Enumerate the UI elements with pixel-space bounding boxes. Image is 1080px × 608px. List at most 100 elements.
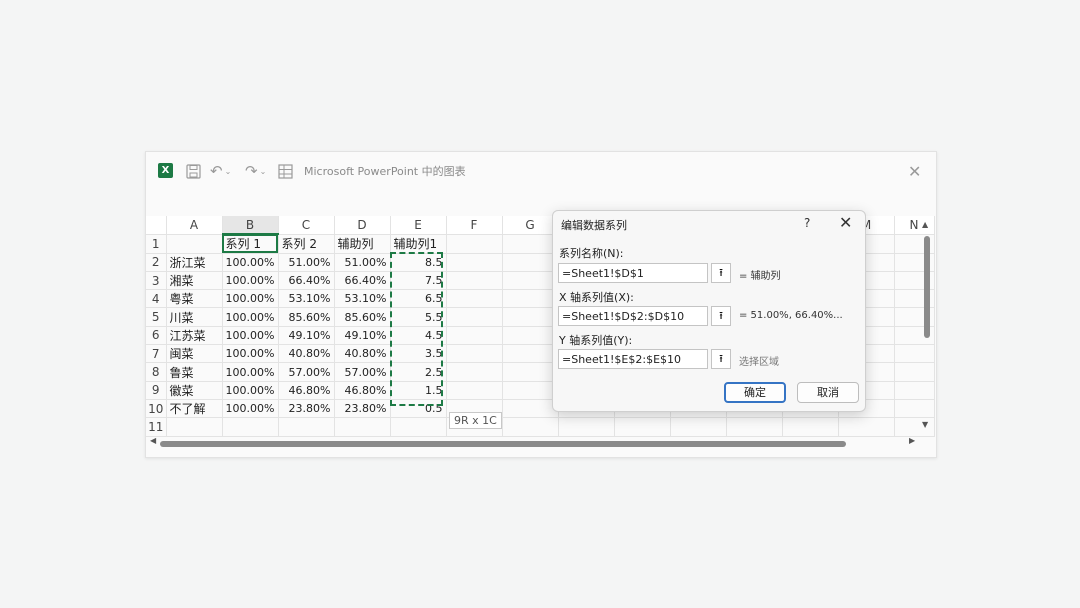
table-cell[interactable]: 100.00% [222, 344, 279, 364]
scroll-left-icon[interactable]: ◀ [150, 436, 156, 445]
table-cell[interactable]: 4.5 [390, 326, 447, 346]
table-cell[interactable] [670, 417, 727, 437]
row-header[interactable]: 4 [146, 289, 167, 309]
table-cell[interactable]: 闽菜 [166, 344, 223, 364]
row-header[interactable]: 10 [146, 399, 167, 419]
table-cell[interactable] [502, 234, 559, 254]
ok-button[interactable]: 确定 [724, 382, 786, 403]
table-cell[interactable]: 100.00% [222, 289, 279, 309]
table-cell[interactable] [278, 417, 335, 437]
table-cell[interactable] [446, 326, 503, 346]
series-name-collapse-icon[interactable]: ⭱ [711, 263, 731, 283]
table-cell[interactable] [502, 271, 559, 291]
edit-in-excel-icon[interactable] [278, 162, 293, 180]
table-cell[interactable]: 57.00% [334, 362, 391, 382]
select-all-corner[interactable] [146, 216, 167, 235]
row-header[interactable]: 2 [146, 253, 167, 272]
table-cell[interactable]: 系列 2 [278, 234, 335, 254]
vertical-scroll-thumb[interactable] [924, 236, 930, 338]
table-cell[interactable] [502, 307, 559, 327]
table-cell[interactable]: 100.00% [222, 381, 279, 400]
dialog-close-icon[interactable]: ✕ [839, 213, 852, 232]
table-cell[interactable] [446, 307, 503, 327]
column-header[interactable]: B [222, 216, 279, 236]
scroll-right-icon[interactable]: ▶ [909, 436, 915, 445]
table-cell[interactable]: 系列 1 [222, 234, 279, 254]
close-icon[interactable]: ✕ [908, 162, 921, 181]
table-cell[interactable]: 江苏菜 [166, 326, 223, 346]
table-cell[interactable]: 100.00% [222, 399, 279, 419]
table-cell[interactable] [446, 271, 503, 291]
row-header[interactable]: 6 [146, 326, 167, 346]
table-cell[interactable] [390, 417, 447, 437]
table-cell[interactable] [502, 326, 559, 346]
table-cell[interactable]: 粤菜 [166, 289, 223, 309]
table-cell[interactable]: 23.80% [334, 399, 391, 419]
table-cell[interactable] [502, 381, 559, 400]
table-cell[interactable]: 100.00% [222, 362, 279, 382]
table-cell[interactable]: 徽菜 [166, 381, 223, 400]
table-cell[interactable]: 辅助列1 [390, 234, 447, 254]
row-header[interactable]: 7 [146, 344, 167, 364]
row-header[interactable]: 5 [146, 307, 167, 327]
table-cell[interactable]: 川菜 [166, 307, 223, 327]
row-header[interactable]: 11 [146, 417, 167, 437]
table-cell[interactable]: 53.10% [334, 289, 391, 309]
row-header[interactable]: 9 [146, 381, 167, 400]
table-cell[interactable]: 6.5 [390, 289, 447, 309]
column-header[interactable]: E [390, 216, 447, 235]
table-cell[interactable]: 辅助列 [334, 234, 391, 254]
table-cell[interactable] [502, 417, 559, 437]
table-cell[interactable]: 66.40% [334, 271, 391, 291]
table-cell[interactable] [222, 417, 279, 437]
x-values-collapse-icon[interactable]: ⭱ [711, 306, 731, 326]
table-cell[interactable]: 1.5 [390, 381, 447, 400]
table-cell[interactable]: 100.00% [222, 271, 279, 291]
table-cell[interactable]: 湘菜 [166, 271, 223, 291]
cancel-button[interactable]: 取消 [797, 382, 859, 403]
table-cell[interactable]: 51.00% [278, 253, 335, 272]
table-cell[interactable]: 51.00% [334, 253, 391, 272]
table-cell[interactable]: 8.5 [390, 253, 447, 272]
table-cell[interactable] [446, 381, 503, 400]
table-cell[interactable] [502, 344, 559, 364]
table-cell[interactable] [446, 289, 503, 309]
table-cell[interactable] [726, 417, 783, 437]
table-cell[interactable]: 53.10% [278, 289, 335, 309]
redo-dropdown-icon[interactable]: ⌄ [260, 167, 267, 176]
table-cell[interactable]: 85.60% [278, 307, 335, 327]
row-header[interactable]: 8 [146, 362, 167, 382]
table-cell[interactable] [558, 417, 615, 437]
table-cell[interactable]: 66.40% [278, 271, 335, 291]
column-header[interactable]: C [278, 216, 335, 235]
y-values-collapse-icon[interactable]: ⭱ [711, 349, 731, 369]
table-cell[interactable]: 49.10% [334, 326, 391, 346]
table-cell[interactable]: 浙江菜 [166, 253, 223, 272]
table-cell[interactable] [782, 417, 839, 437]
table-cell[interactable]: 鲁菜 [166, 362, 223, 382]
scroll-down-icon[interactable]: ▼ [922, 420, 928, 429]
table-cell[interactable] [166, 417, 223, 437]
help-icon[interactable]: ? [804, 216, 810, 230]
vertical-scrollbar[interactable]: ▲ ▼ [922, 220, 932, 430]
table-cell[interactable] [838, 417, 895, 437]
table-cell[interactable]: 2.5 [390, 362, 447, 382]
row-header[interactable]: 1 [146, 234, 167, 254]
table-cell[interactable]: 7.5 [390, 271, 447, 291]
column-header[interactable]: D [334, 216, 391, 235]
table-cell[interactable] [502, 253, 559, 272]
table-cell[interactable]: 100.00% [222, 326, 279, 346]
y-values-input[interactable] [558, 349, 708, 369]
table-cell[interactable] [502, 399, 559, 419]
table-cell[interactable]: 不了解 [166, 399, 223, 419]
table-cell[interactable] [614, 417, 671, 437]
column-header[interactable]: G [502, 216, 559, 235]
table-cell[interactable]: 40.80% [334, 344, 391, 364]
table-cell[interactable] [446, 234, 503, 254]
redo-icon[interactable]: ↷ ⌄ [245, 162, 266, 180]
table-cell[interactable]: 23.80% [278, 399, 335, 419]
table-cell[interactable] [502, 362, 559, 382]
horizontal-scrollbar[interactable]: ◀ ▶ [146, 436, 922, 450]
undo-dropdown-icon[interactable]: ⌄ [225, 167, 232, 176]
undo-icon[interactable]: ↶ ⌄ [210, 162, 231, 180]
